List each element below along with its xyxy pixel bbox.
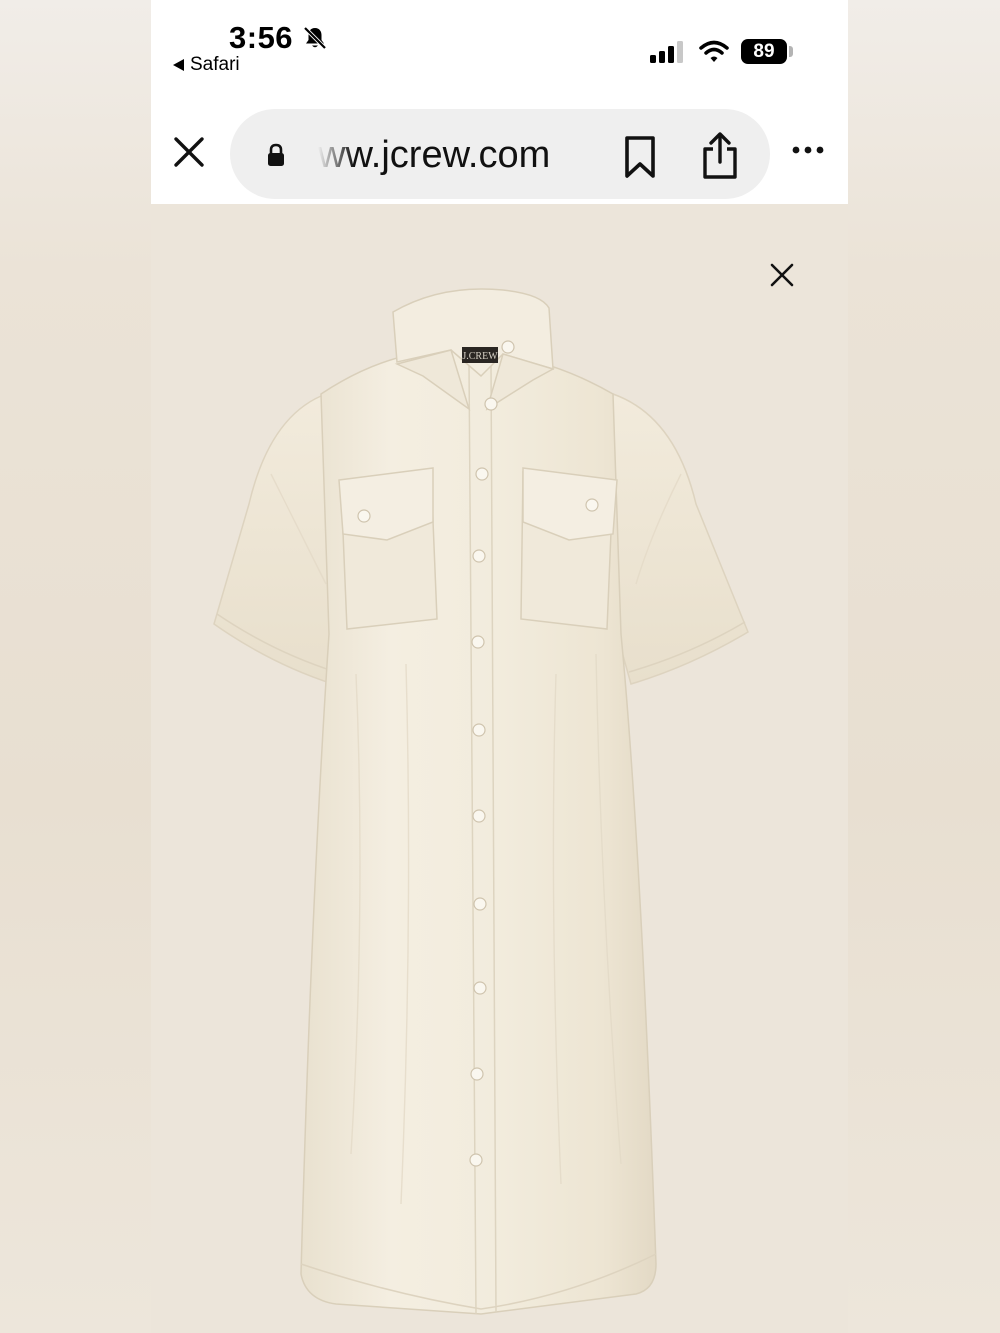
url-text[interactable]: ww.jcrew.com	[318, 133, 593, 177]
wifi-icon	[699, 40, 729, 62]
blurred-backdrop-left	[0, 0, 151, 1333]
url-fade	[318, 133, 354, 177]
battery-cap	[789, 46, 793, 57]
bookmark-icon[interactable]	[620, 135, 660, 179]
back-triangle-icon	[173, 59, 184, 71]
more-icon[interactable]	[791, 144, 825, 156]
product-image-viewer: J.CREW	[151, 204, 848, 1333]
blurred-backdrop-right	[848, 0, 1000, 1333]
battery-icon: 89	[741, 39, 787, 64]
address-bar[interactable]: ww.jcrew.com	[230, 109, 770, 199]
status-time: 3:56	[229, 20, 294, 55]
close-icon[interactable]	[171, 134, 207, 170]
signal-icon	[650, 41, 683, 63]
product-image: J.CREW	[213, 288, 749, 1315]
share-icon[interactable]	[700, 131, 740, 181]
back-to-app-button[interactable]: Safari	[173, 54, 240, 76]
bell-slash-icon	[303, 26, 327, 50]
status-bar: 3:56 Safari 89	[151, 0, 848, 100]
back-app-label: Safari	[190, 54, 240, 75]
browser-toolbar: ww.jcrew.com	[151, 100, 848, 204]
lock-icon	[268, 143, 284, 166]
close-image-icon[interactable]	[765, 258, 799, 292]
svg-text:J.CREW: J.CREW	[462, 351, 498, 362]
phone-screen: 3:56 Safari 89 ww.jcrew.com J.CREW	[151, 0, 848, 1333]
